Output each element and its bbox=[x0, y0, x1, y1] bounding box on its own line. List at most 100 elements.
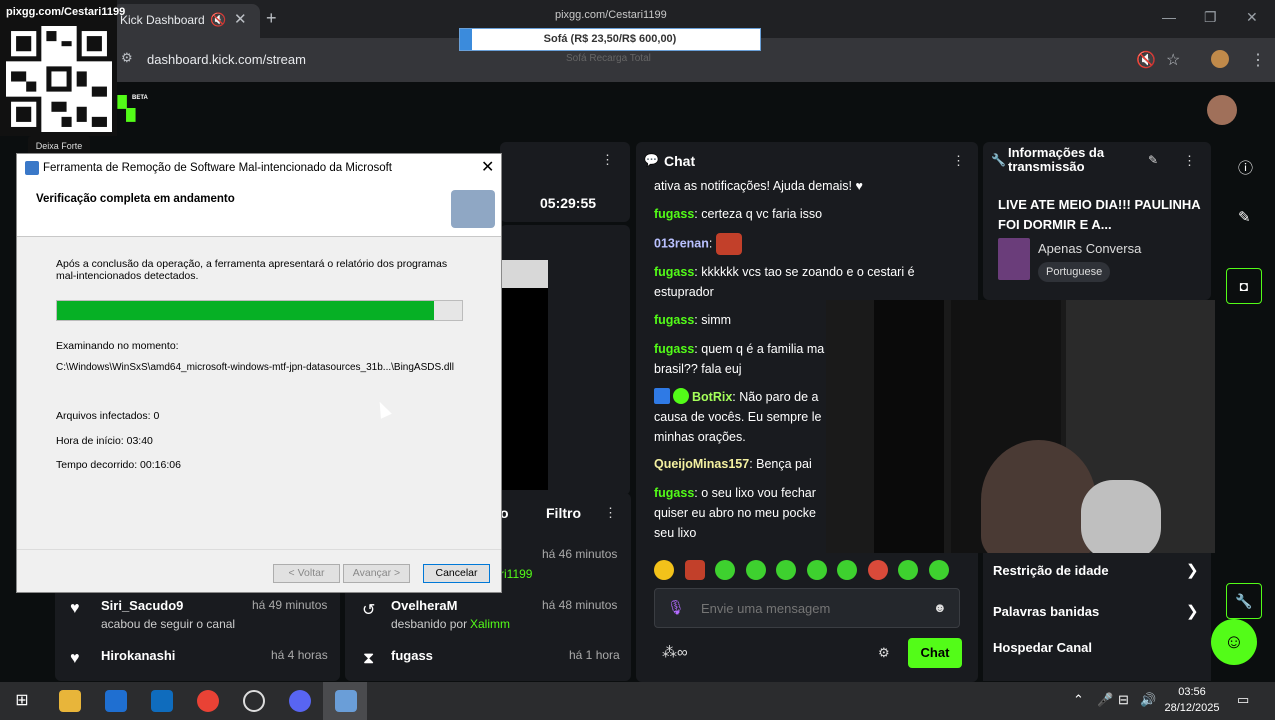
host-channel-item[interactable]: Hospedar Canal bbox=[993, 640, 1092, 655]
tray-chevron-up-icon[interactable]: ⌃ bbox=[1073, 692, 1084, 708]
donation-sub-text: Sofá Recarga Total bbox=[566, 53, 651, 64]
emote-icon[interactable] bbox=[654, 560, 674, 580]
chat-input-box[interactable]: 🎙 ☻ bbox=[654, 588, 960, 628]
category-thumbnail bbox=[998, 238, 1030, 280]
restore-icon[interactable]: ❐ bbox=[1204, 9, 1217, 26]
emote-icon[interactable] bbox=[806, 560, 827, 580]
wrench-icon[interactable]: 🔧 bbox=[1226, 583, 1262, 619]
user-avatar[interactable] bbox=[1207, 95, 1237, 125]
filter-button[interactable]: Filtro bbox=[546, 505, 581, 521]
emote-icon[interactable] bbox=[837, 560, 857, 580]
tab-mute-icon[interactable]: 🔇 bbox=[210, 12, 226, 28]
emote-icon[interactable] bbox=[745, 560, 766, 580]
chrome-icon[interactable] bbox=[197, 690, 219, 712]
cancel-button[interactable]: Cancelar bbox=[423, 564, 490, 583]
malware-tool-icon[interactable] bbox=[335, 690, 357, 712]
camera-toggle-icon[interactable]: ◘ bbox=[1226, 268, 1262, 304]
browser-menu-icon[interactable]: ⋮ bbox=[1250, 50, 1266, 70]
microphone-icon[interactable]: 🎤 bbox=[1097, 692, 1113, 708]
emoji-picker-icon[interactable]: ☻ bbox=[933, 600, 947, 615]
file-explorer-icon[interactable] bbox=[59, 690, 81, 712]
obs-icon[interactable] bbox=[243, 690, 265, 712]
volume-icon[interactable]: 🔊 bbox=[1140, 692, 1156, 708]
chat-message-text: : Bença pai bbox=[749, 457, 812, 471]
mic-icon[interactable]: 🎙 bbox=[667, 599, 685, 616]
network-icon[interactable]: ⊟ bbox=[1118, 692, 1129, 708]
windows-taskbar: ⊞ ⌃ 🎤 ⊟ 🔊 03:56 28/12/2025 ▭ bbox=[0, 682, 1275, 720]
feed-time: há 49 minutos bbox=[252, 598, 328, 612]
feed-username[interactable]: fugass bbox=[391, 648, 433, 663]
emote-icon[interactable] bbox=[867, 560, 888, 580]
profile-avatar[interactable] bbox=[1211, 50, 1229, 68]
emote-icon[interactable] bbox=[898, 560, 918, 580]
emote-icon[interactable] bbox=[715, 560, 735, 580]
chat-username[interactable]: fugass bbox=[654, 265, 694, 279]
bookmark-star-icon[interactable]: ☆ bbox=[1166, 50, 1180, 70]
back-button[interactable]: < Voltar bbox=[273, 564, 340, 583]
chat-username[interactable]: QueijoMinas157 bbox=[654, 457, 749, 471]
minimize-icon[interactable]: — bbox=[1162, 9, 1176, 25]
chat-menu-icon[interactable]: ⋮ bbox=[952, 153, 965, 169]
feed-username[interactable]: Siri_Sacudo9 bbox=[101, 598, 183, 613]
age-restriction-item[interactable]: Restrição de idade bbox=[993, 563, 1109, 578]
chat-username[interactable]: BotRix bbox=[692, 390, 732, 404]
channel-points-icon[interactable]: ⁂∞ bbox=[662, 643, 688, 661]
feed-sub-user[interactable]: Xalimm bbox=[470, 617, 510, 631]
start-time: Hora de início: 03:40 bbox=[56, 435, 153, 447]
info-icon[interactable]: ⓘ bbox=[1238, 157, 1253, 178]
store-icon[interactable] bbox=[105, 690, 127, 712]
dialog-titlebar: Ferramenta de Remoção de Software Mal-in… bbox=[17, 154, 501, 182]
hourglass-icon: ⧗ bbox=[363, 650, 375, 667]
emote-icon[interactable] bbox=[928, 560, 949, 580]
chat-username[interactable]: fugass bbox=[654, 313, 694, 327]
browser-tab[interactable]: Kick Dashboard 🔇 ✕ bbox=[112, 4, 260, 38]
computer-scan-icon bbox=[451, 190, 495, 228]
info-menu-icon[interactable]: ⋮ bbox=[1183, 153, 1196, 169]
windows-start-icon[interactable]: ⊞ bbox=[11, 690, 33, 712]
chevron-right-icon[interactable]: ❯ bbox=[1186, 561, 1199, 579]
stream-info-title: Informações da transmissão bbox=[1008, 145, 1105, 174]
next-button[interactable]: Avançar > bbox=[343, 564, 410, 583]
edit-pencil-icon[interactable]: ✎ bbox=[1238, 208, 1251, 226]
chat-message-text: : certeza q vc faria isso bbox=[694, 207, 823, 221]
mute-site-icon[interactable]: 🔇 bbox=[1136, 50, 1156, 70]
emote-icon[interactable] bbox=[684, 560, 705, 580]
outlook-icon[interactable] bbox=[151, 690, 173, 712]
chat-settings-icon[interactable]: ⚙ bbox=[878, 645, 890, 661]
edit-pencil-icon[interactable]: ✎ bbox=[1148, 153, 1158, 167]
taskbar-time[interactable]: 03:56 bbox=[1162, 686, 1222, 698]
feed-username[interactable]: OvelheraM bbox=[391, 598, 457, 613]
chat-username[interactable]: fugass bbox=[654, 207, 694, 221]
activity-menu-icon[interactable]: ⋮ bbox=[604, 505, 617, 521]
emote-icon[interactable] bbox=[776, 560, 796, 580]
category-name[interactable]: Apenas Conversa bbox=[1038, 241, 1141, 256]
chat-username[interactable]: 013renan bbox=[654, 236, 709, 250]
chat-username[interactable]: fugass bbox=[654, 342, 694, 356]
chat-message-text: : kkkkkk vcs tao se zoando e o cestari é… bbox=[654, 265, 915, 299]
banned-words-item[interactable]: Palavras banidas bbox=[993, 604, 1099, 619]
chat-input[interactable] bbox=[701, 601, 921, 616]
close-icon[interactable]: ✕ bbox=[481, 157, 494, 177]
scan-progress-bar bbox=[56, 300, 463, 321]
discord-icon[interactable] bbox=[289, 690, 311, 712]
webcam-background bbox=[874, 300, 944, 553]
chevron-right-icon[interactable]: ❯ bbox=[1186, 602, 1199, 620]
chat-title: Chat bbox=[664, 153, 696, 169]
taskbar-date[interactable]: 28/12/2025 bbox=[1158, 702, 1226, 714]
feed-sub: desbanido por bbox=[391, 617, 468, 631]
site-info-icon[interactable]: ⚙ bbox=[121, 50, 133, 66]
window-close-icon[interactable]: ✕ bbox=[1246, 9, 1258, 26]
qr-overlay: pixgg.com/Cestari1199 bbox=[0, 0, 125, 136]
new-tab-icon[interactable]: + bbox=[266, 8, 277, 29]
notifications-icon[interactable]: ▭ bbox=[1237, 692, 1249, 708]
stats-menu-icon[interactable]: ⋮ bbox=[601, 152, 614, 168]
kick-header: ▚ BETA bbox=[0, 82, 1275, 140]
tab-close-icon[interactable]: ✕ bbox=[234, 10, 247, 28]
chat-username[interactable]: fugass bbox=[654, 486, 694, 500]
donation-goal-text: Sofá (R$ 23,50/R$ 600,00) bbox=[543, 33, 677, 45]
chat-send-button[interactable]: Chat bbox=[908, 638, 962, 668]
url-text[interactable]: dashboard.kick.com/stream bbox=[147, 52, 306, 67]
feed-username[interactable]: Hirokanashi bbox=[101, 648, 175, 663]
scanning-path: C:\Windows\WinSxS\amd64_microsoft-window… bbox=[56, 362, 454, 373]
help-chat-icon[interactable]: ☺ bbox=[1211, 619, 1257, 665]
